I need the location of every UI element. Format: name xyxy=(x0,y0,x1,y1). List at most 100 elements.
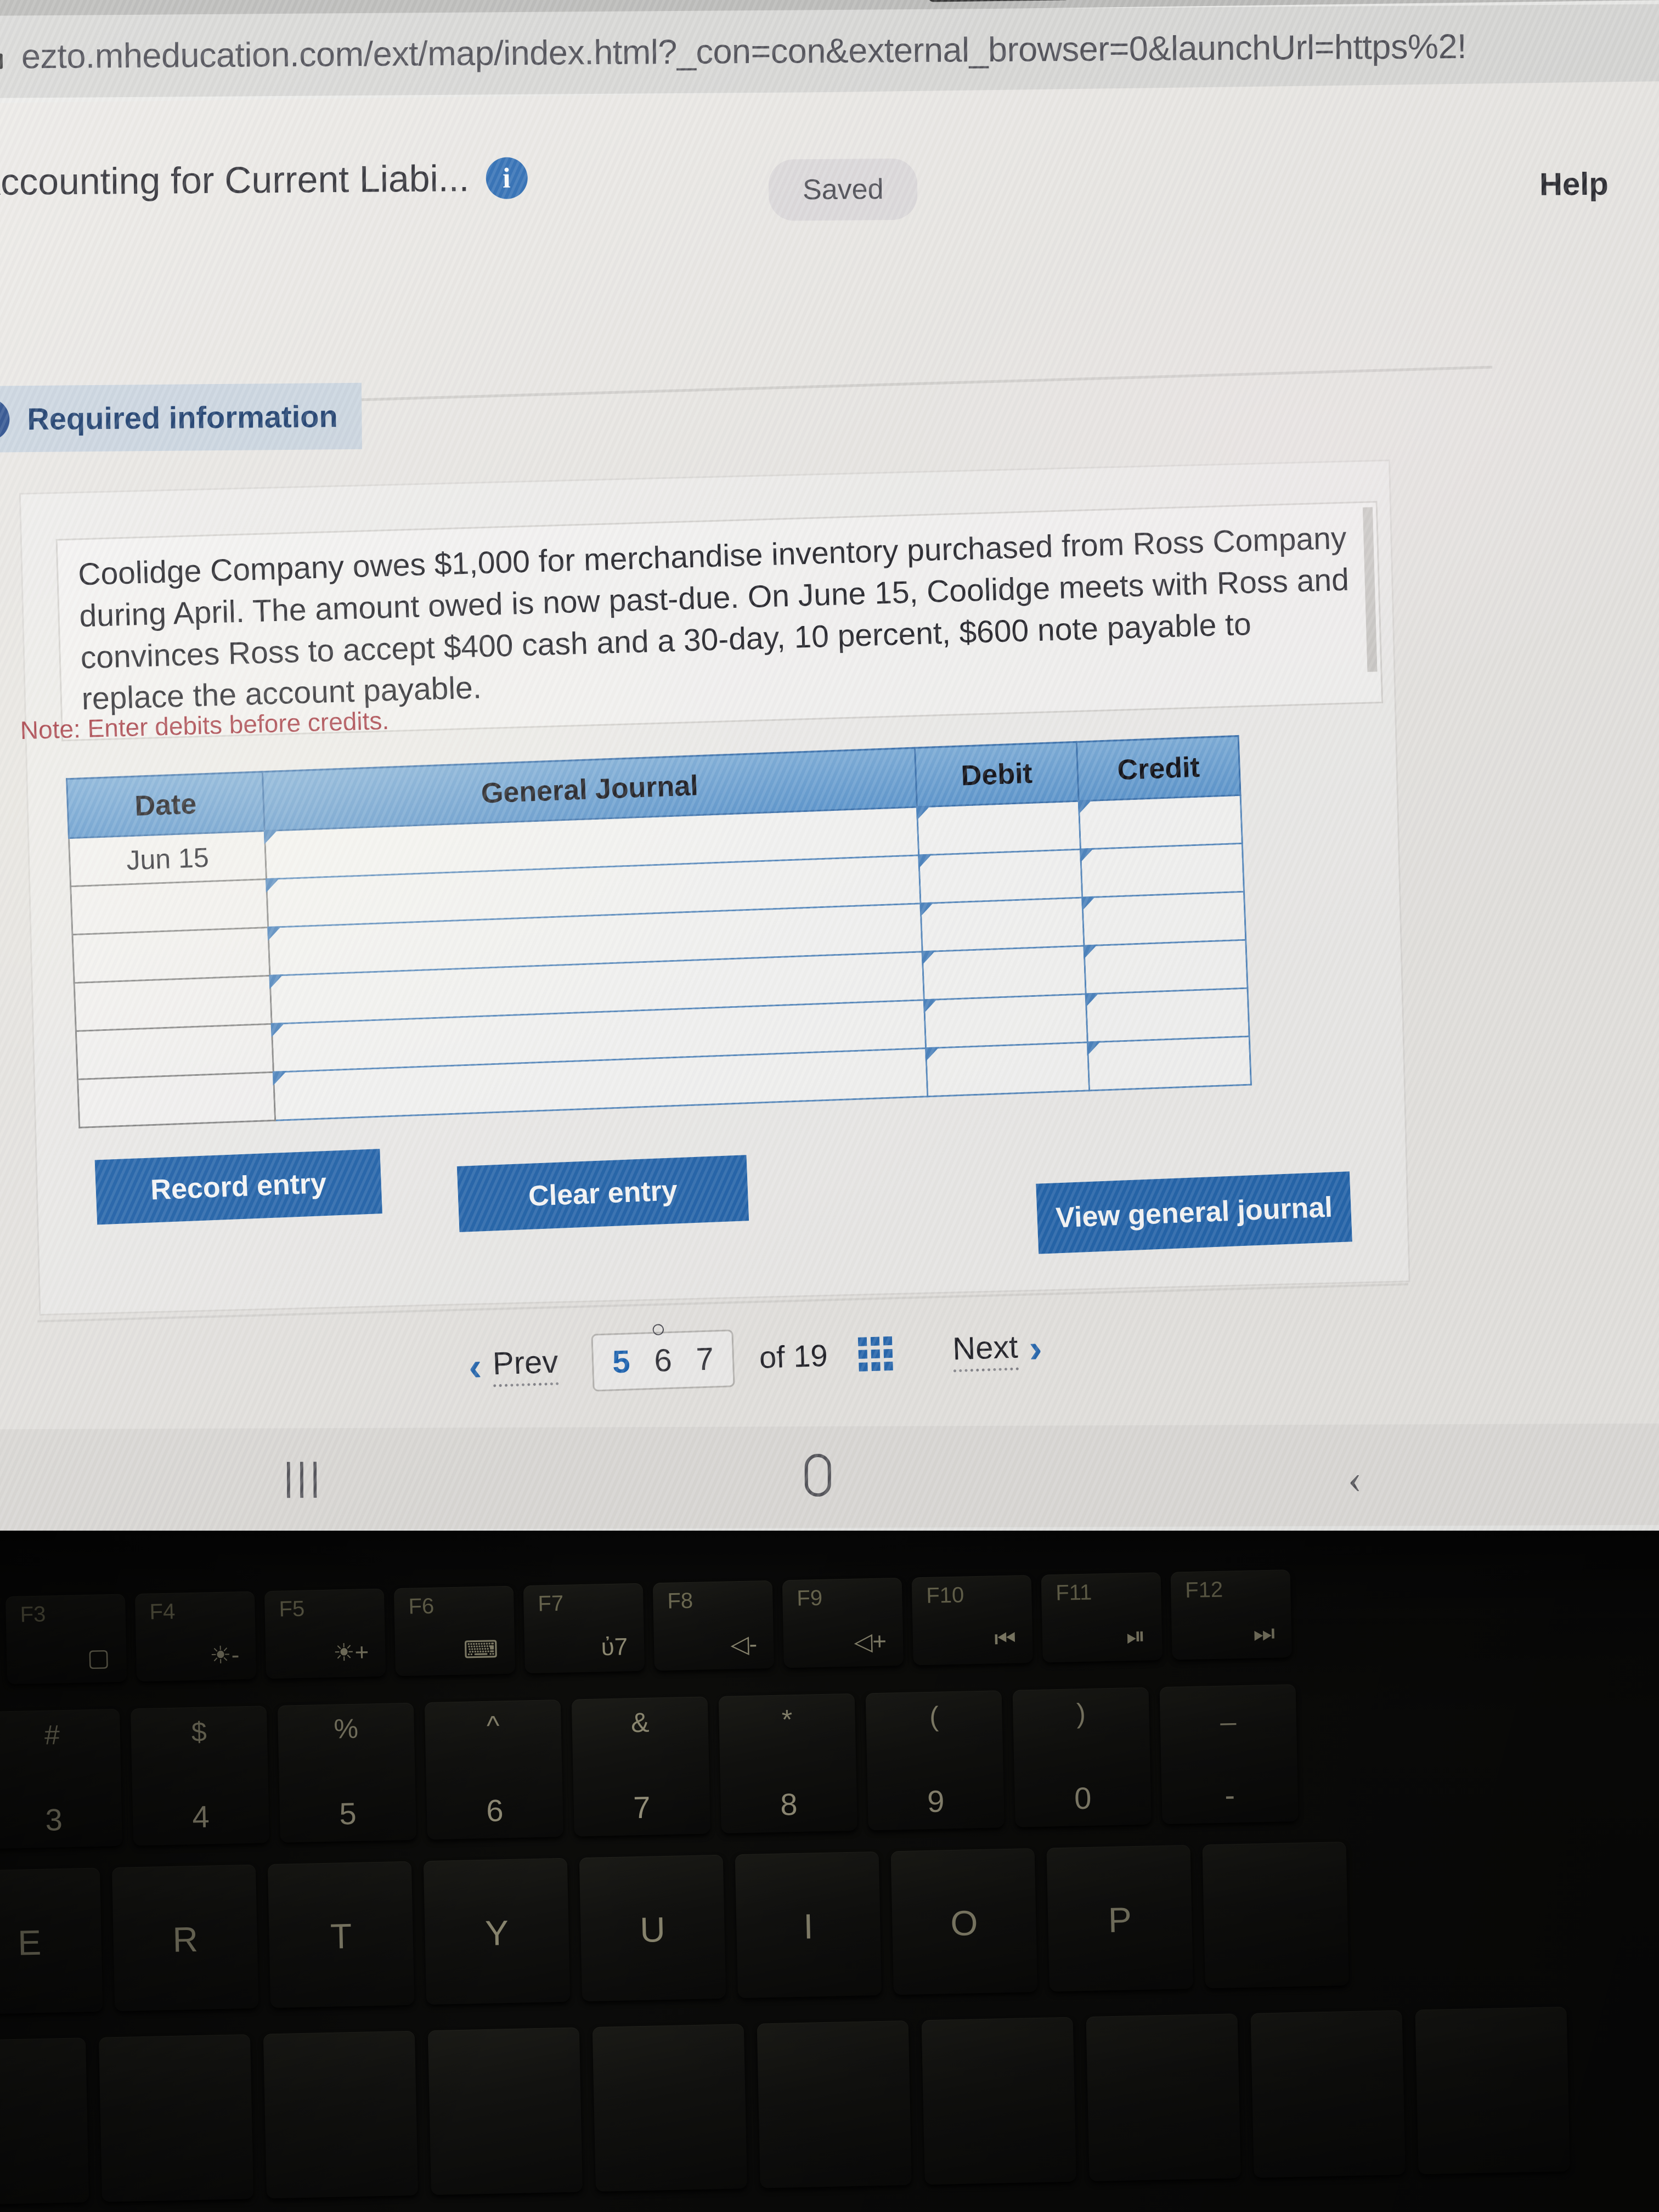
cell-date[interactable] xyxy=(77,1072,275,1128)
key-f7[interactable]: F7 ὐ7 xyxy=(523,1583,645,1674)
cell-credit[interactable] xyxy=(1079,795,1243,850)
record-entry-button[interactable]: Record entry xyxy=(94,1149,382,1225)
page-number-7[interactable]: 7 xyxy=(696,1340,714,1378)
key-4[interactable]: $4 xyxy=(130,1706,270,1846)
key-label: F7 xyxy=(538,1591,564,1616)
android-nav-bar: ||| ‹ xyxy=(0,1423,1659,1531)
key-bracket[interactable] xyxy=(1202,1841,1349,1989)
chevron-right-icon[interactable]: › xyxy=(1028,1327,1043,1371)
cell-date[interactable] xyxy=(76,1024,274,1080)
key-i[interactable]: I xyxy=(735,1851,882,1999)
key-label: Y xyxy=(484,1912,509,1953)
recents-icon[interactable]: ||| xyxy=(284,1454,324,1498)
key-row3-h[interactable] xyxy=(1086,2013,1241,2181)
key-row3-b[interactable] xyxy=(98,2034,254,2202)
key-label: 7 xyxy=(633,1790,651,1825)
column-header-date: Date xyxy=(66,771,265,838)
key-f8[interactable]: F8 ◁- xyxy=(652,1580,775,1671)
key-label: 5 xyxy=(338,1796,357,1831)
key-f4[interactable]: F4 ☀- xyxy=(134,1591,257,1682)
key-shift-label: $ xyxy=(191,1716,207,1748)
status-badge: Saved xyxy=(768,158,918,221)
key-3[interactable]: #3 xyxy=(0,1708,123,1849)
key-f12[interactable]: F12 ⏭ xyxy=(1170,1569,1292,1660)
key-y[interactable]: Y xyxy=(423,1858,571,2005)
key-glyph: ☀- xyxy=(209,1641,240,1669)
key-label: F9 xyxy=(796,1585,823,1611)
key-r[interactable]: R xyxy=(111,1864,259,2011)
laptop-screen: ezto.mheducation.com/ext/map/index.html?… xyxy=(0,0,1659,1570)
key-label: 3 xyxy=(44,1802,63,1837)
key-0[interactable]: ) 0 xyxy=(1012,1687,1152,1827)
key-label: F11 xyxy=(1055,1580,1092,1605)
key-minus[interactable]: _ - xyxy=(1159,1684,1299,1825)
key-f10[interactable]: F10 ⏮ xyxy=(911,1575,1033,1666)
page-number-6[interactable]: 6 xyxy=(653,1342,672,1379)
key-9[interactable]: (9 xyxy=(865,1690,1005,1831)
cell-debit[interactable] xyxy=(920,898,1084,952)
key-f6[interactable]: F6 ⌨ xyxy=(393,1585,516,1677)
cell-credit[interactable] xyxy=(1087,1036,1251,1091)
key-f5[interactable]: F5 ☀+ xyxy=(264,1588,386,1679)
cell-debit[interactable] xyxy=(926,1042,1090,1097)
key-label: I xyxy=(803,1906,814,1946)
key-e[interactable]: E xyxy=(0,1867,103,2015)
key-row3-a[interactable] xyxy=(0,2038,89,2205)
key-5[interactable]: % 5 xyxy=(277,1702,417,1843)
cell-debit[interactable] xyxy=(922,946,1086,1000)
key-row3-i[interactable] xyxy=(1250,2010,1406,2178)
cell-date[interactable]: Jun 15 xyxy=(69,831,267,887)
page-number-5[interactable]: 5 xyxy=(612,1343,630,1380)
key-6[interactable]: ^ 6 xyxy=(424,1699,564,1840)
grid-icon[interactable] xyxy=(857,1336,893,1372)
key-f9[interactable]: F9 ◁+ xyxy=(782,1577,904,1668)
key-label: F10 xyxy=(926,1583,964,1608)
key-label: U xyxy=(639,1909,666,1950)
key-glyph: ⏭ xyxy=(1252,1620,1276,1647)
cell-debit[interactable] xyxy=(924,994,1088,1048)
key-row3-f[interactable] xyxy=(757,2020,912,2188)
key-f3[interactable]: F3 ▢ xyxy=(5,1594,127,1684)
key-f11[interactable]: F11 ⏯ xyxy=(1041,1572,1163,1663)
cell-credit[interactable] xyxy=(1080,843,1244,898)
chevron-left-icon[interactable]: ‹ xyxy=(468,1345,483,1389)
key-u[interactable]: U xyxy=(579,1854,726,2002)
home-icon[interactable] xyxy=(804,1453,831,1497)
key-7[interactable]: & 7 xyxy=(571,1696,710,1837)
clear-entry-button[interactable]: Clear entry xyxy=(456,1155,749,1232)
key-row3-c[interactable] xyxy=(263,2030,419,2199)
key-8[interactable]: * 8 xyxy=(718,1693,857,1833)
problem-scrollbar[interactable] xyxy=(1362,507,1378,672)
key-glyph: ◁- xyxy=(730,1630,758,1658)
key-shift-label: & xyxy=(630,1707,650,1739)
cell-date[interactable] xyxy=(74,975,272,1031)
key-o[interactable]: O xyxy=(890,1848,1038,1995)
cell-credit[interactable] xyxy=(1082,891,1246,946)
problem-statement-box: Coolidge Company owes $1,000 for merchan… xyxy=(55,501,1384,742)
info-icon[interactable]: i xyxy=(486,157,528,199)
required-information-label: Required information xyxy=(0,382,363,453)
next-button[interactable]: Next xyxy=(952,1328,1019,1372)
key-glyph: ☀+ xyxy=(332,1639,369,1667)
key-p[interactable]: P xyxy=(1046,1844,1193,1992)
key-row3-d[interactable] xyxy=(427,2027,583,2196)
cell-credit[interactable] xyxy=(1086,988,1250,1042)
cell-date[interactable] xyxy=(72,927,270,983)
cell-debit[interactable] xyxy=(918,849,1082,904)
help-link[interactable]: Help xyxy=(1539,166,1609,203)
cell-debit[interactable] xyxy=(917,801,1081,855)
key-row3-g[interactable] xyxy=(921,2017,1076,2185)
view-general-journal-button[interactable]: View general journal xyxy=(1036,1171,1352,1254)
cell-date[interactable] xyxy=(70,879,268,935)
key-row3-j[interactable] xyxy=(1415,2006,1570,2175)
cell-credit[interactable] xyxy=(1084,940,1248,994)
key-t[interactable]: T xyxy=(267,1861,415,2008)
column-header-credit: Credit xyxy=(1076,736,1241,802)
back-icon[interactable]: ‹ xyxy=(1348,1455,1362,1503)
lock-icon xyxy=(0,45,3,69)
key-label: F4 xyxy=(149,1599,176,1624)
prev-button[interactable]: Prev xyxy=(492,1343,559,1387)
page-selector[interactable]: ○ 5 6 7 xyxy=(591,1322,735,1392)
key-row3-e[interactable] xyxy=(592,2024,747,2192)
key-label: 8 xyxy=(780,1786,798,1822)
